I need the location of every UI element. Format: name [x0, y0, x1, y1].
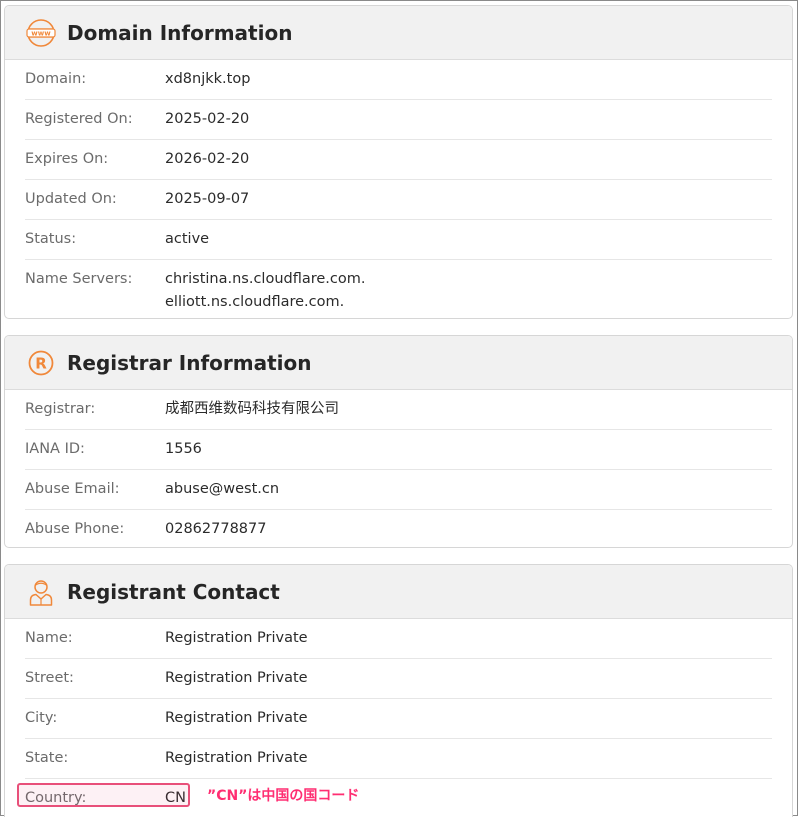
row-label: Domain:: [25, 71, 87, 87]
person-icon: [26, 577, 56, 607]
name-server: christina.ns.cloudflare.com.: [165, 271, 366, 287]
row-value: abuse@west.cn: [165, 481, 280, 497]
row-label: IANA ID:: [25, 441, 85, 457]
info-row-registrar: Registrar: 成都西维数码科技有限公司: [25, 390, 772, 430]
card-header: Registrant Contact: [5, 565, 792, 619]
name-server: elliott.ns.cloudflare.com.: [165, 294, 345, 310]
info-row-city: City: Registration Private: [25, 699, 772, 739]
row-label: Updated On:: [25, 191, 117, 207]
row-value: 2025-02-20: [165, 111, 250, 127]
registrant-contact-card: Registrant Contact Name: Registration Pr…: [4, 564, 793, 817]
row-label: Registrar:: [25, 401, 96, 417]
svg-text:www: www: [31, 29, 51, 37]
row-label: City:: [25, 710, 58, 726]
row-value: Registration Private: [165, 630, 308, 646]
row-value: Registration Private: [165, 750, 308, 766]
info-row-street: Street: Registration Private: [25, 659, 772, 699]
row-value: active: [165, 231, 210, 247]
info-row-iana-id: IANA ID: 1556: [25, 430, 772, 470]
card-title: Registrar Information: [67, 350, 312, 375]
info-row-name: Name: Registration Private: [25, 619, 772, 659]
info-row-name-servers: Name Servers: christina.ns.cloudflare.co…: [25, 260, 772, 318]
card-title: Registrant Contact: [67, 579, 280, 604]
registrar-information-card: R Registrar Information Registrar: 成都西维数…: [4, 335, 793, 548]
registered-icon: R: [26, 348, 56, 378]
row-label: Name Servers:: [25, 271, 133, 287]
annotation-text: ”CN”は中国の国コード: [207, 788, 360, 804]
info-row-domain: Domain: xd8njkk.top: [25, 60, 772, 100]
svg-text:R: R: [35, 354, 47, 372]
info-row-abuse-phone: Abuse Phone: 02862778877: [25, 510, 772, 547]
info-row-status: Status: active: [25, 220, 772, 260]
row-label: Abuse Email:: [25, 481, 120, 497]
row-label: State:: [25, 750, 69, 766]
row-label: Expires On:: [25, 151, 109, 167]
card-title: Domain Information: [67, 20, 293, 45]
row-label: Status:: [25, 231, 77, 247]
country-highlight-box: [17, 783, 190, 807]
row-label: Street:: [25, 670, 74, 686]
info-row-registered-on: Registered On: 2025-02-20: [25, 100, 772, 140]
row-label: Name:: [25, 630, 73, 646]
row-value: 2025-09-07: [165, 191, 250, 207]
row-value: Registration Private: [165, 670, 308, 686]
row-value: 02862778877: [165, 521, 267, 537]
row-value: 成都西维数码科技有限公司: [165, 401, 339, 417]
info-row-expires-on: Expires On: 2026-02-20: [25, 140, 772, 180]
info-row-state: State: Registration Private: [25, 739, 772, 779]
row-value: 2026-02-20: [165, 151, 250, 167]
card-header: R Registrar Information: [5, 336, 792, 390]
domain-information-card: www Domain Information Domain: xd8njkk.t…: [4, 5, 793, 319]
card-header: www Domain Information: [5, 6, 792, 60]
info-row-abuse-email: Abuse Email: abuse@west.cn: [25, 470, 772, 510]
row-value: xd8njkk.top: [165, 71, 251, 87]
info-row-updated-on: Updated On: 2025-09-07: [25, 180, 772, 220]
row-label: Registered On:: [25, 111, 133, 127]
row-value: 1556: [165, 441, 202, 457]
www-icon: www: [26, 18, 56, 48]
row-value: Registration Private: [165, 710, 308, 726]
row-value: christina.ns.cloudflare.com. elliott.ns.…: [165, 268, 366, 318]
row-label: Abuse Phone:: [25, 521, 125, 537]
